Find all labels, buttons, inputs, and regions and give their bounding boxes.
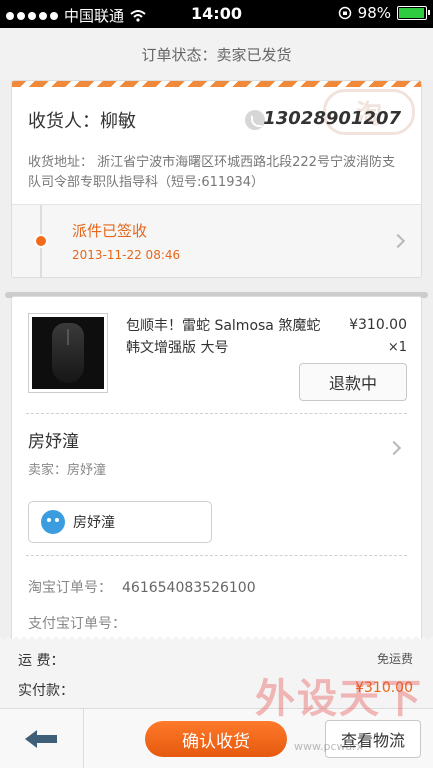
paid-label: 实付款： xyxy=(18,683,74,699)
address-card: 淘 收货人：柳敏 13028901207 收货地址： 浙江省宁波市海曙区环城西路… xyxy=(11,80,422,278)
product-price: ¥310.00 xyxy=(349,317,407,333)
product-thumbnail[interactable] xyxy=(28,313,108,393)
receiver-name: 收货人：柳敏 xyxy=(28,111,136,132)
status-right: 98% xyxy=(338,4,430,22)
status-bar: 中国联通 14:00 98% xyxy=(0,0,433,28)
chevron-right-icon xyxy=(390,233,406,249)
battery-icon xyxy=(397,6,430,20)
alipay-order-label: 支付宝订单号： xyxy=(28,616,126,632)
address-stripe xyxy=(12,81,421,87)
refund-button[interactable]: 退款中 xyxy=(299,363,407,401)
receiver-phone[interactable]: 13028901207 xyxy=(263,108,401,129)
battery-percent: 98% xyxy=(357,4,391,22)
phone-icon[interactable] xyxy=(245,110,265,130)
wangwang-icon xyxy=(41,510,65,534)
wangwang-chat-button[interactable]: 房妤潼 xyxy=(28,501,212,543)
chat-name: 房妤潼 xyxy=(73,515,115,531)
chevron-right-icon[interactable] xyxy=(386,440,402,456)
product-qty: ×1 xyxy=(387,340,407,355)
mouse-image xyxy=(52,323,84,383)
timeline-dot xyxy=(34,234,48,248)
logistics-row[interactable]: 派件已签收 2013-11-22 08:46 xyxy=(12,204,421,277)
logistics-time: 2013-11-22 08:46 xyxy=(72,248,181,262)
logistics-status: 派件已签收 xyxy=(72,222,148,240)
receiver-row: 收货人：柳敏 13028901207 xyxy=(28,107,405,137)
divider xyxy=(26,555,407,556)
shop-name[interactable]: 房妤潼 xyxy=(28,427,79,452)
product-title[interactable]: 包顺丰！雷蛇 Salmosa 煞魔蛇 韩文增强版 大号 xyxy=(126,315,321,359)
site-watermark: 外设天下 xyxy=(255,676,423,722)
receiver-address: 收货地址： 浙江省宁波市海曙区环城西路北段222号宁波消防支队司令部专职队指导科… xyxy=(28,155,395,190)
order-status: 订单状态：卖家已发货 xyxy=(0,28,433,80)
taobao-order-label: 淘宝订单号： xyxy=(28,580,112,596)
taobao-order-no: 淘宝订单号： 461654083526100 xyxy=(28,577,256,597)
battery-fill xyxy=(399,8,424,18)
taobao-order-value: 461654083526100 xyxy=(122,580,256,596)
site-watermark-url: www.pcwarx xyxy=(294,740,363,753)
shipping-label: 运 费： xyxy=(18,653,65,669)
confirm-receipt-button[interactable]: 确认收货 xyxy=(145,721,287,757)
seller-name: 卖家：房妤潼 xyxy=(28,463,107,478)
back-button[interactable] xyxy=(0,709,84,768)
shipping-value: 免运费 xyxy=(376,652,413,666)
rotation-lock-icon xyxy=(338,6,351,20)
divider xyxy=(26,413,407,414)
back-arrow-icon xyxy=(24,730,59,748)
product-card: 包顺丰！雷蛇 Salmosa 煞魔蛇 韩文增强版 大号 ¥310.00 ×1 退… xyxy=(11,296,422,656)
